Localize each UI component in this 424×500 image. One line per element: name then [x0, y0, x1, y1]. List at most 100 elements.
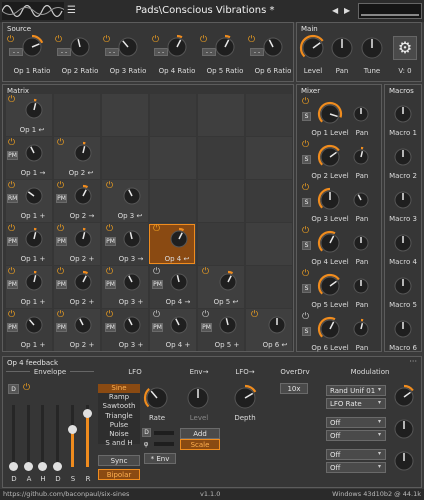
matrix-mode-button[interactable]: PM: [105, 237, 116, 246]
env-power-icon[interactable]: ⏻: [23, 384, 30, 393]
matrix-power-icon[interactable]: ⏻: [57, 268, 64, 277]
mixer-solo-button[interactable]: S: [302, 241, 311, 250]
lfo-shape-item[interactable]: Pulse: [98, 421, 140, 430]
matrix-knob-r5c1[interactable]: [22, 270, 46, 294]
mixer-pan-knob-op6[interactable]: [350, 318, 372, 340]
next-patch-button[interactable]: ▶: [344, 4, 354, 18]
matrix-power-icon[interactable]: ⏻: [57, 225, 64, 234]
matrix-power-icon[interactable]: ⏻: [153, 268, 160, 277]
env-level-knob[interactable]: [184, 384, 212, 412]
matrix-power-icon[interactable]: ⏻: [202, 311, 209, 320]
slider-handle[interactable]: [68, 424, 77, 434]
mixer-level-knob-op3[interactable]: [317, 187, 343, 213]
matrix-self-knob-op5[interactable]: [216, 270, 240, 294]
envelope-slider-5[interactable]: [83, 405, 92, 467]
mod-depth-knob-2[interactable]: [391, 416, 417, 442]
lfo-tempo-bar[interactable]: [154, 431, 174, 435]
matrix-power-icon[interactable]: ⏻: [8, 225, 15, 234]
matrix-knob-r6c1[interactable]: [22, 313, 46, 337]
mixer-solo-button[interactable]: S: [302, 327, 311, 336]
matrix-mode-button[interactable]: PM: [105, 280, 116, 289]
lfo-shape-item[interactable]: S and H: [98, 439, 140, 448]
lfo-shape-item[interactable]: Ramp: [98, 393, 140, 402]
macro-knob-5[interactable]: [391, 274, 415, 298]
mod-depth-knob-1[interactable]: [391, 384, 417, 410]
env-d-button[interactable]: D: [8, 384, 19, 394]
mixer-power-icon[interactable]: ⏻: [302, 227, 309, 236]
source-power-icon[interactable]: ⏻: [200, 36, 207, 45]
matrix-self-knob-op4[interactable]: [167, 227, 191, 251]
matrix-power-icon[interactable]: ⏻: [8, 311, 15, 320]
lfo-bipolar-button[interactable]: Bipolar: [98, 469, 140, 480]
main-knob-2[interactable]: [358, 34, 386, 62]
mixer-power-icon[interactable]: ⏻: [302, 141, 309, 150]
lfo-phase-button[interactable]: φ: [141, 440, 151, 448]
matrix-self-power-icon[interactable]: ⏻: [57, 139, 64, 148]
overdrive-selector[interactable]: 10x: [280, 383, 308, 394]
slider-handle[interactable]: [9, 462, 18, 471]
matrix-knob-r5c3[interactable]: [120, 270, 144, 294]
matrix-power-icon[interactable]: ⏻: [57, 311, 64, 320]
envelope-slider-0[interactable]: [9, 405, 18, 471]
matrix-power-icon[interactable]: ⏻: [57, 182, 64, 191]
macro-knob-1[interactable]: [391, 102, 415, 126]
mixer-power-icon[interactable]: ⏻: [302, 184, 309, 193]
matrix-knob-r2c1[interactable]: [22, 141, 46, 165]
mod-source-dropdown[interactable]: Off: [326, 417, 386, 428]
matrix-mode-button[interactable]: PM: [7, 237, 18, 246]
mixer-solo-button[interactable]: S: [302, 284, 311, 293]
ratio-knob-op3[interactable]: [115, 34, 141, 60]
mixer-pan-knob-op4[interactable]: [350, 232, 372, 254]
mixer-level-knob-op4[interactable]: [317, 230, 343, 256]
mod-source-dropdown[interactable]: Rand Unif 01: [326, 385, 386, 396]
slider-handle[interactable]: [24, 462, 33, 471]
matrix-power-icon[interactable]: ⏻: [8, 182, 15, 191]
mixer-level-knob-op5[interactable]: [317, 273, 343, 299]
main-knob-1[interactable]: [328, 34, 356, 62]
mod-source-dropdown[interactable]: Off: [326, 449, 386, 460]
mixer-pan-knob-op3[interactable]: [350, 189, 372, 211]
matrix-power-icon[interactable]: ⏻: [8, 139, 15, 148]
matrix-mode-button[interactable]: PM: [7, 151, 18, 160]
matrix-power-icon[interactable]: ⏻: [8, 268, 15, 277]
matrix-self-knob-op1[interactable]: [22, 98, 46, 122]
mixer-level-knob-op2[interactable]: [317, 144, 343, 170]
main-knob-0[interactable]: [299, 34, 327, 62]
matrix-mode-button[interactable]: PM: [105, 323, 116, 332]
ratio-knob-op2[interactable]: [67, 34, 93, 60]
mixer-power-icon[interactable]: ⏻: [302, 98, 309, 107]
lfo-depth-knob[interactable]: [231, 384, 259, 412]
mixer-level-knob-op1[interactable]: [317, 101, 343, 127]
lfo-shape-item[interactable]: Noise: [98, 430, 140, 439]
matrix-self-power-icon[interactable]: ⏻: [106, 182, 113, 191]
matrix-knob-r6c4[interactable]: [167, 313, 191, 337]
matrix-mode-button[interactable]: PM: [56, 323, 67, 332]
macro-knob-2[interactable]: [391, 145, 415, 169]
ratio-knob-op5[interactable]: [212, 34, 238, 60]
mixer-pan-knob-op5[interactable]: [350, 275, 372, 297]
matrix-knob-r5c2[interactable]: [71, 270, 95, 294]
mod-target-dropdown[interactable]: Off: [326, 462, 386, 473]
matrix-knob-r5c4[interactable]: [167, 270, 191, 294]
macro-knob-3[interactable]: [391, 188, 415, 212]
mixer-power-icon[interactable]: ⏻: [302, 270, 309, 279]
matrix-self-power-icon[interactable]: ⏻: [251, 311, 258, 320]
matrix-knob-r3c2[interactable]: [71, 184, 95, 208]
lfo-shape-item[interactable]: Triangle: [98, 412, 140, 421]
matrix-self-knob-op2[interactable]: [71, 141, 95, 165]
mod-depth-knob-3[interactable]: [391, 448, 417, 474]
matrix-knob-r3c1[interactable]: [22, 184, 46, 208]
mod-target-dropdown[interactable]: Off: [326, 430, 386, 441]
matrix-self-knob-op6[interactable]: [265, 313, 289, 337]
matrix-mode-button[interactable]: PM: [7, 280, 18, 289]
matrix-knob-r6c2[interactable]: [71, 313, 95, 337]
ratio-knob-op1[interactable]: [19, 34, 45, 60]
matrix-mode-button[interactable]: PM: [7, 323, 18, 332]
ratio-knob-op6[interactable]: [260, 34, 286, 60]
mixer-level-knob-op6[interactable]: [317, 316, 343, 342]
mixer-solo-button[interactable]: S: [302, 155, 311, 164]
slider-handle[interactable]: [38, 462, 47, 471]
mod-target-dropdown[interactable]: LFO Rate: [326, 398, 386, 409]
matrix-knob-r6c5[interactable]: [216, 313, 240, 337]
matrix-knob-r4c1[interactable]: [22, 227, 46, 251]
